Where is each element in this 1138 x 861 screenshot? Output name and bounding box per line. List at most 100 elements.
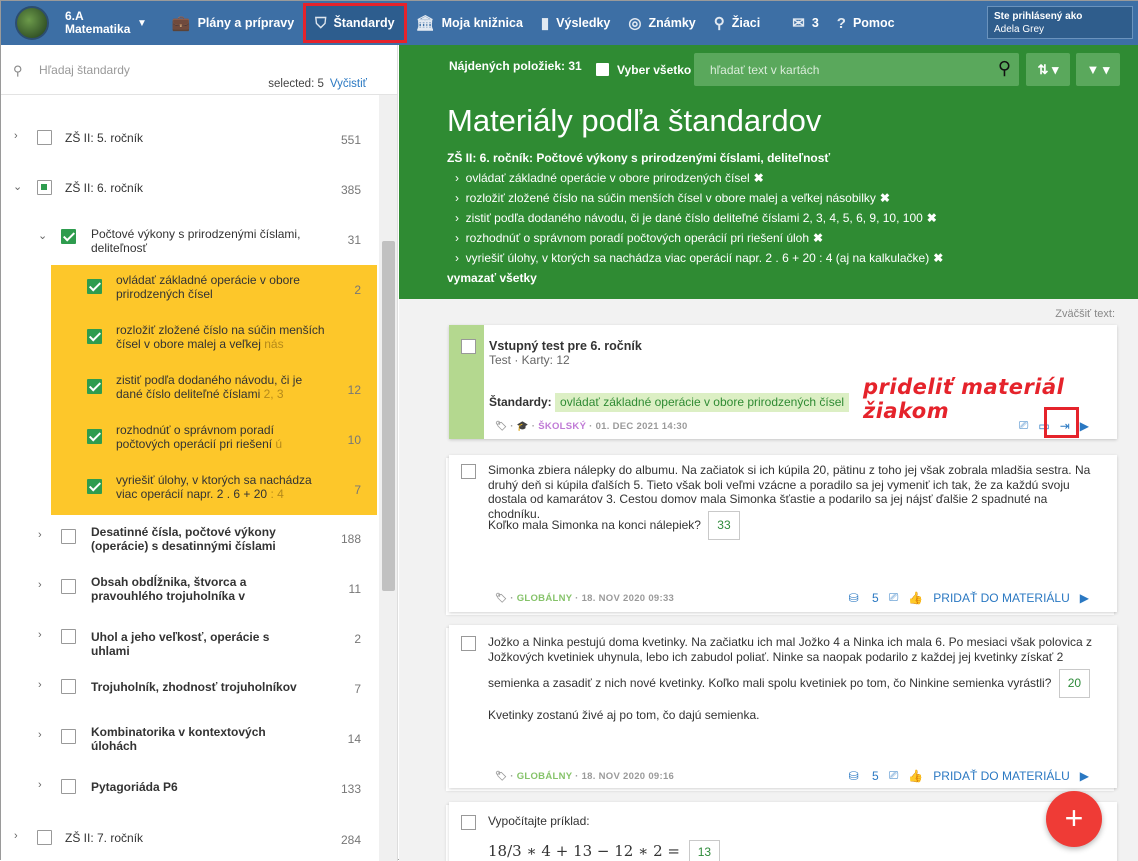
standards-search[interactable]: ⚲ Hľadaj štandardy selected: 5 Vyčistiť xyxy=(1,45,397,95)
standard-checkbox[interactable] xyxy=(87,279,102,294)
topic-label[interactable]: Uhol a jeho veľkosť, operácie s uhlami xyxy=(91,630,301,658)
topic-label[interactable]: Trojuholník, zhodnosť trojuholníkov xyxy=(91,680,301,694)
nav-library[interactable]: 🏛 Moja knižnica xyxy=(407,1,532,45)
standard-label[interactable]: ovládať základné operácie v obore prirodz… xyxy=(116,273,331,301)
play-icon[interactable]: ▶ xyxy=(1080,769,1089,783)
add-to-material-button[interactable]: PRIDAŤ DO MATERIÁLU xyxy=(933,769,1069,783)
standard-checkbox[interactable] xyxy=(87,429,102,444)
remove-x-icon[interactable]: ✖ xyxy=(754,171,764,185)
zoom-text-label[interactable]: Zväčšiť text: xyxy=(1055,308,1115,320)
cast-icon[interactable]: ⎚ xyxy=(889,590,899,605)
grade-label[interactable]: ZŠ II: 5. ročník xyxy=(65,131,143,145)
grade-label[interactable]: ZŠ II: 6. ročník xyxy=(65,181,143,195)
exercise-card[interactable]: Simonka zbiera nálepky do albumu. Na zač… xyxy=(449,455,1117,612)
add-to-material-button[interactable]: PRIDAŤ DO MATERIÁLU xyxy=(933,591,1069,605)
standard-label[interactable]: vyriešiť úlohy, v ktorých sa nachádza via… xyxy=(116,473,331,501)
remove-x-icon[interactable]: ✖ xyxy=(933,251,943,265)
grade-count: 551 xyxy=(340,133,361,147)
thumbs-up-icon[interactable]: 👍 xyxy=(908,591,923,605)
card-title[interactable]: Vstupný test pre 6. ročník xyxy=(489,339,642,354)
card-checkbox[interactable] xyxy=(461,636,476,651)
checkbox-partial[interactable] xyxy=(37,180,52,195)
checkbox[interactable] xyxy=(37,830,52,845)
nav-plans[interactable]: 💼 Plány a prípravy xyxy=(163,1,303,45)
answer-box[interactable]: 13 xyxy=(688,840,721,861)
search-input[interactable]: Hľadaj štandardy xyxy=(39,63,130,77)
mail-icon: ✉ xyxy=(792,15,805,32)
topic-label[interactable]: Desatinné čísla, počtové výkony (operácie… xyxy=(91,525,301,553)
standard-checkbox[interactable] xyxy=(87,379,102,394)
standard-label[interactable]: zistiť podľa dodaného návodu, či je dané … xyxy=(116,373,331,401)
chevron-right-icon[interactable]: › xyxy=(38,729,42,741)
topic-label[interactable]: Počtové výkony s prirodzenými číslami, d… xyxy=(91,227,301,255)
standard-line: viac operácií napr. 2 . 6 + 20 xyxy=(116,487,271,501)
checkbox[interactable] xyxy=(61,629,76,644)
remove-x-icon[interactable]: ✖ xyxy=(927,211,937,225)
nav-results[interactable]: ▮ Výsledky xyxy=(532,1,619,45)
select-all-checkbox[interactable] xyxy=(596,63,609,76)
standard-label[interactable]: rozložiť zložené číslo na súčin menších č… xyxy=(116,323,331,351)
help-button[interactable]: ? Pomoc xyxy=(828,1,904,45)
standard-tag: ovládať základné operácie v obore prirod… xyxy=(555,393,850,412)
chevron-right-icon[interactable]: › xyxy=(38,679,42,691)
card-subtitle: Test · Karty: 12 xyxy=(489,353,570,367)
annotation-text: prideliť materiál žiakom xyxy=(863,375,1065,423)
nav-standards[interactable]: ⛉ Štandardy xyxy=(303,3,407,43)
thumbs-up-icon[interactable]: 👍 xyxy=(908,769,923,783)
card-checkbox[interactable] xyxy=(461,815,476,830)
user-box[interactable]: Ste prihlásený ako Adela Grey xyxy=(987,6,1133,39)
clear-link[interactable]: Vyčistiť xyxy=(330,78,367,90)
nav-grades[interactable]: ◎ Známky xyxy=(619,1,704,45)
select-all-label[interactable]: Vyber všetko xyxy=(617,63,691,77)
remove-x-icon[interactable]: ✖ xyxy=(880,191,890,205)
class-avatar[interactable] xyxy=(15,6,49,40)
grade-label[interactable]: ZŠ II: 7. ročník xyxy=(65,831,143,845)
card-checkbox[interactable] xyxy=(461,464,476,479)
clear-all-link[interactable]: vymazať všetky xyxy=(447,271,537,285)
class-selector[interactable]: 6.A Matematika xyxy=(65,10,130,36)
chevron-right-icon[interactable]: › xyxy=(38,579,42,591)
filter-button[interactable]: ▼ ▾ xyxy=(1076,53,1120,86)
caret-down-icon[interactable]: ▼ xyxy=(137,18,147,29)
database-icon: ⛁ 5 xyxy=(848,590,879,605)
checkbox[interactable] xyxy=(61,579,76,594)
card-search-input[interactable]: hľadať text v kartách ⚲ xyxy=(694,53,1019,86)
answer-box[interactable]: 20 xyxy=(1058,669,1091,698)
play-icon[interactable]: ▶ xyxy=(1080,591,1089,605)
checkbox[interactable] xyxy=(61,779,76,794)
exercise-card[interactable]: Vypočítajte príklad: 18/3 ∗ 4 + 13 − 12 … xyxy=(449,802,1117,861)
checkbox[interactable] xyxy=(61,729,76,744)
cast-icon[interactable]: ⎚ xyxy=(889,768,899,783)
standard-count: 7 xyxy=(354,483,361,497)
nav-students[interactable]: ⚲ Žiaci xyxy=(705,1,770,45)
chevron-right-icon[interactable]: › xyxy=(38,629,42,641)
active-standard-filter: › zistiť podľa dodaného návodu, či je da… xyxy=(455,211,937,225)
chevron-right-icon[interactable]: › xyxy=(38,529,42,541)
topic-label[interactable]: Kombinatorika v kontextových úlohách xyxy=(91,725,301,753)
exercise-card[interactable]: Jožko a Ninka pestujú doma kvetinky. Na … xyxy=(449,625,1117,788)
standard-label[interactable]: rozhodnúť o správnom poradí počtových ope… xyxy=(116,423,331,451)
chevron-right-icon[interactable]: › xyxy=(38,779,42,791)
checkbox-checked[interactable] xyxy=(61,229,76,244)
checkbox[interactable] xyxy=(61,529,76,544)
add-fab-button[interactable]: + xyxy=(1046,791,1102,847)
checkbox[interactable] xyxy=(61,679,76,694)
card-checkbox[interactable] xyxy=(461,339,476,354)
checkbox[interactable] xyxy=(37,130,52,145)
chevron-right-icon[interactable]: › xyxy=(14,130,18,142)
search-icon[interactable]: ⚲ xyxy=(998,58,1011,79)
messages-button[interactable]: ✉ 3 xyxy=(783,1,828,45)
chevron-right-icon[interactable]: › xyxy=(14,830,18,842)
answer-box[interactable]: 33 xyxy=(708,511,740,540)
topic-label[interactable]: Obsah obdĺžnika, štvorca a pravouhlého tr… xyxy=(91,575,301,603)
chevron-down-icon[interactable]: ⌄ xyxy=(13,180,22,193)
scope-label: GLOBÁLNY xyxy=(516,771,573,782)
remove-x-icon[interactable]: ✖ xyxy=(813,231,823,245)
sort-button[interactable]: ⇅ ▾ xyxy=(1026,53,1070,86)
standard-checkbox[interactable] xyxy=(87,479,102,494)
chevron-down-icon[interactable]: ⌄ xyxy=(38,229,47,242)
topic-label[interactable]: Pytagoriáda P6 xyxy=(91,780,301,794)
scrollbar-thumb[interactable] xyxy=(382,241,395,591)
standard-checkbox[interactable] xyxy=(87,329,102,344)
standard-count: 10 xyxy=(347,433,361,447)
